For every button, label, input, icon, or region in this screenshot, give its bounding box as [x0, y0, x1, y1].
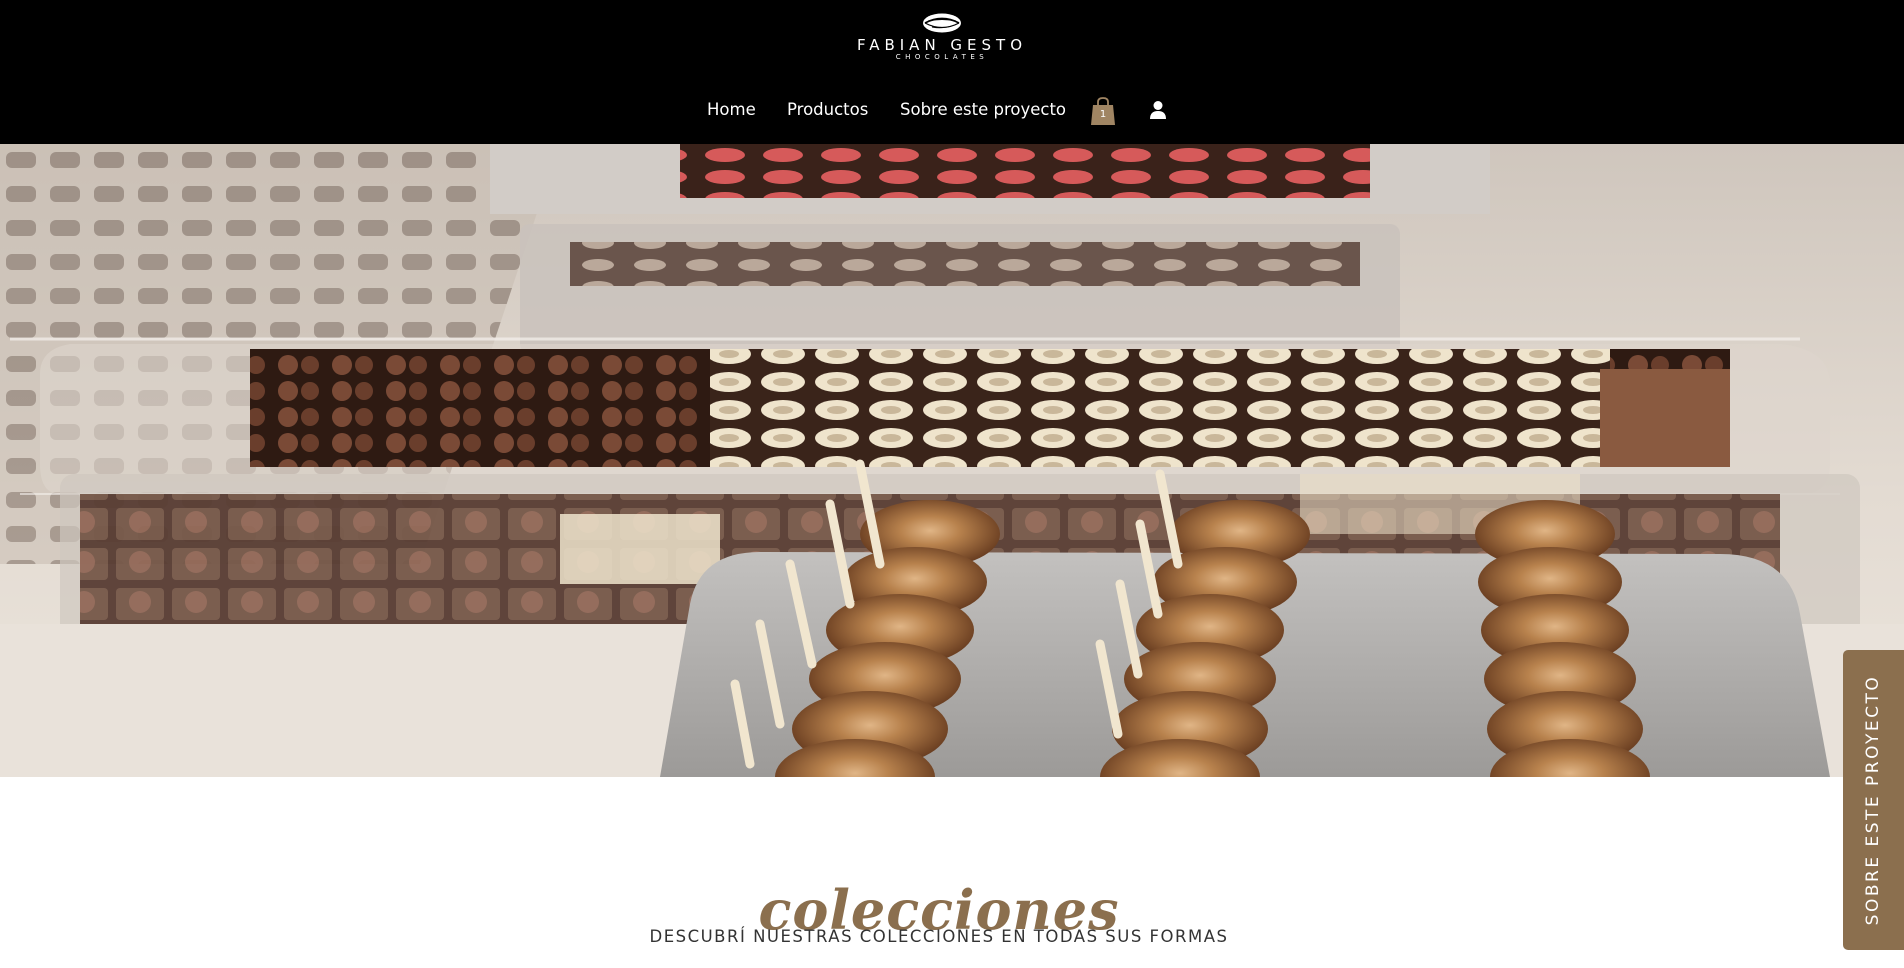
about-project-side-tab[interactable]: SOBRE ESTE PROYECTO — [1843, 650, 1904, 950]
nav-home-link[interactable]: Home — [707, 100, 756, 120]
brand-subtitle: CHOCOLATES — [895, 53, 989, 61]
collections-subtitle: DESCUBRÍ NUESTRAS COLECCIONES EN TODAS S… — [649, 926, 1229, 946]
brand-logo[interactable]: FABIAN GESTO CHOCOLATES — [852, 12, 1032, 70]
hero-chocolate-image — [0, 144, 1904, 777]
site-header: FABIAN GESTO CHOCOLATES Home Productos S… — [0, 0, 1904, 144]
nav-about-link[interactable]: Sobre este proyecto — [900, 100, 1066, 120]
cart-count-badge: 1 — [1099, 109, 1107, 120]
account-button[interactable] — [1149, 100, 1167, 120]
hero-banner — [0, 144, 1904, 777]
cacao-pod-logo-icon — [923, 13, 961, 33]
main-nav: Home Productos Sobre este proyecto 1 — [0, 96, 1904, 126]
brand-name: FABIAN GESTO — [856, 36, 1028, 54]
side-tab-label: SOBRE ESTE PROYECTO — [1863, 674, 1883, 926]
cart-button[interactable]: 1 — [1090, 96, 1116, 126]
user-icon — [1150, 101, 1166, 119]
nav-products-link[interactable]: Productos — [787, 100, 868, 120]
